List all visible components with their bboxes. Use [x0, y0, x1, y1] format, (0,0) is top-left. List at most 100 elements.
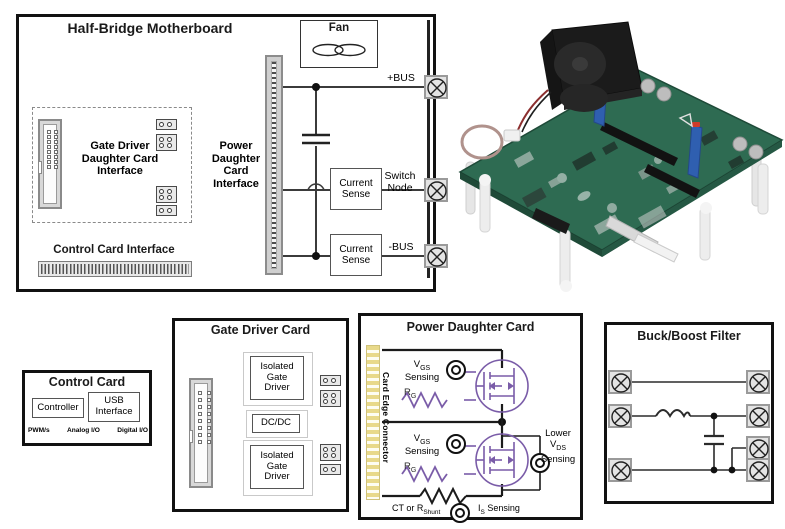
current-sense-box-switch: Current Sense [330, 168, 382, 210]
vgs-sub-upper: GS [420, 364, 431, 372]
pcb-photo [452, 12, 785, 308]
controller-box: Controller [32, 398, 84, 418]
fan-label: Fan [328, 22, 350, 34]
isolated-gate-driver-top: Isolated Gate Driver [250, 356, 304, 400]
rg-sub-lower: G [410, 466, 417, 474]
connector-key-notch [38, 161, 42, 174]
sensing-label-upper: Sensing [404, 371, 440, 383]
terminal-minus-bus[interactable] [424, 244, 448, 268]
dcdc-box: DC/DC [252, 414, 300, 433]
junction-plus-bus [312, 83, 320, 91]
is-sensing-word: Sensing [487, 503, 520, 513]
gdc-connector-pins [198, 391, 213, 444]
shunt-label: CT or RShunt [392, 503, 440, 516]
control-card-io-labels: PWM/s Analog I/O Digital I/O [28, 427, 148, 434]
io-label-pwm: PWM/s [28, 427, 50, 434]
usb-line-2: Interface [95, 406, 133, 417]
wire-right-rail [427, 20, 430, 278]
bbf-terminal-right-1[interactable] [746, 370, 770, 394]
cs1-line-2: Sense [341, 189, 371, 200]
junction-minus-bus [312, 252, 320, 260]
wire-cap-branch-lower [315, 146, 317, 256]
terminal-label-switch-node: Switch Node [376, 170, 424, 194]
slot-body [271, 61, 277, 269]
gate-driver-interface-connector[interactable] [38, 119, 62, 209]
pdi-line-2: Daughter [211, 152, 261, 165]
power-daughter-interface-label: Power Daughter Card Interface [207, 140, 265, 191]
bbf-terminal-right-3[interactable] [746, 436, 770, 460]
power-daughter-card-slot[interactable] [265, 55, 283, 275]
lower-rg-label: RG [404, 461, 416, 474]
controller-label: Controller [37, 401, 79, 413]
wire-hop [307, 183, 325, 191]
gdi-line-3: Interface [97, 165, 143, 178]
bbf-terminal-left-1[interactable] [608, 370, 632, 394]
terminal-plus-bus[interactable] [424, 75, 448, 99]
gdc-pad-1x2-bottom[interactable] [320, 464, 341, 475]
terminal-label-plus-bus: +BUS [387, 72, 415, 84]
pdi-line-4: Interface [213, 177, 259, 190]
pad-group-2x2-top[interactable] [156, 134, 177, 151]
wire-minus-bus-left [283, 255, 330, 257]
pdi-line-3: Card [223, 165, 249, 178]
isolated-gate-driver-bottom: Isolated Gate Driver [250, 445, 304, 489]
motherboard-title: Half-Bridge Motherboard [67, 20, 233, 36]
control-card-interface-title: Control Card Interface [53, 244, 175, 256]
switch-node-line-1: Switch [384, 170, 416, 182]
lower-vds-sensing-label: Lower VDS Sensing [534, 428, 582, 465]
pcb-photo-illustration [458, 21, 784, 292]
is-sub: S [480, 508, 485, 516]
upper-vgs-sensing-label: VGS Sensing [396, 359, 448, 383]
dcdc-label: DC/DC [260, 417, 292, 429]
pdi-line-1: Power [219, 140, 253, 152]
switch-node-line-2: Node [387, 182, 413, 195]
power-daughter-card-title: Power Daughter Card [406, 320, 535, 334]
wire-cap-branch [315, 86, 317, 134]
gdc-pad-1x2-top[interactable] [320, 375, 341, 386]
bbf-terminal-right-2[interactable] [746, 404, 770, 428]
connector-pins [47, 130, 60, 169]
upper-rg-label: RG [404, 387, 416, 400]
gate-driver-card-connector[interactable] [189, 378, 213, 488]
gdi-line-2: Daughter Card [81, 152, 159, 165]
lower-vgs-sensing-label: VGS Sensing [396, 433, 448, 457]
cs2-line-2: Sense [341, 255, 371, 266]
wire-minus-bus-right [382, 255, 428, 257]
terminal-switch-node[interactable] [424, 178, 448, 202]
pad-group-1x2-top[interactable] [156, 119, 177, 130]
sensing-label-lower: Sensing [404, 445, 440, 457]
gate-driver-card-title: Gate Driver Card [210, 323, 311, 337]
io-label-digital: Digital I/O [117, 427, 148, 434]
vgs-sub-lower: GS [420, 438, 431, 446]
gdc-pad-2x2-top[interactable] [320, 390, 341, 407]
pad-group-2x2-bottom[interactable] [156, 186, 177, 203]
bbf-terminal-left-2[interactable] [608, 404, 632, 428]
pad-group-1x2-bottom[interactable] [156, 205, 177, 216]
rg-label-upper: R [404, 387, 411, 398]
control-card-title: Control Card [48, 375, 126, 389]
fan-icon [312, 43, 366, 57]
lower-text: Lower [545, 428, 571, 439]
igd-bot-line-1: Isolated [260, 449, 294, 461]
cs2-line-1: Current [339, 243, 373, 255]
wire-plus-bus [283, 86, 428, 88]
is-sensing-label: IS Sensing [478, 503, 520, 516]
shunt-sub: Shunt [423, 508, 441, 516]
ct-or-rshunt: CT or R [392, 503, 424, 513]
card-edge-connector[interactable] [366, 345, 380, 500]
current-sense-box-minus: Current Sense [330, 234, 382, 276]
cs1-line-1: Current [339, 177, 373, 189]
igd-top-line-3: Driver [264, 382, 290, 394]
gdc-key-notch [189, 430, 193, 443]
test-point-upper-vgs [446, 360, 466, 380]
rg-sub-upper: G [410, 392, 417, 400]
igd-bot-line-3: Driver [264, 471, 290, 483]
terminal-label-minus-bus: -BUS [388, 241, 414, 253]
bbf-terminal-right-4[interactable] [746, 458, 770, 482]
bbf-terminal-left-3[interactable] [608, 458, 632, 482]
gdc-pad-2x2-bottom[interactable] [320, 444, 341, 461]
control-card-interface-connector[interactable] [38, 261, 192, 277]
usb-interface-box: USB Interface [88, 392, 140, 422]
vds-sub: DS [556, 445, 567, 453]
test-point-lower-vgs [446, 434, 466, 454]
